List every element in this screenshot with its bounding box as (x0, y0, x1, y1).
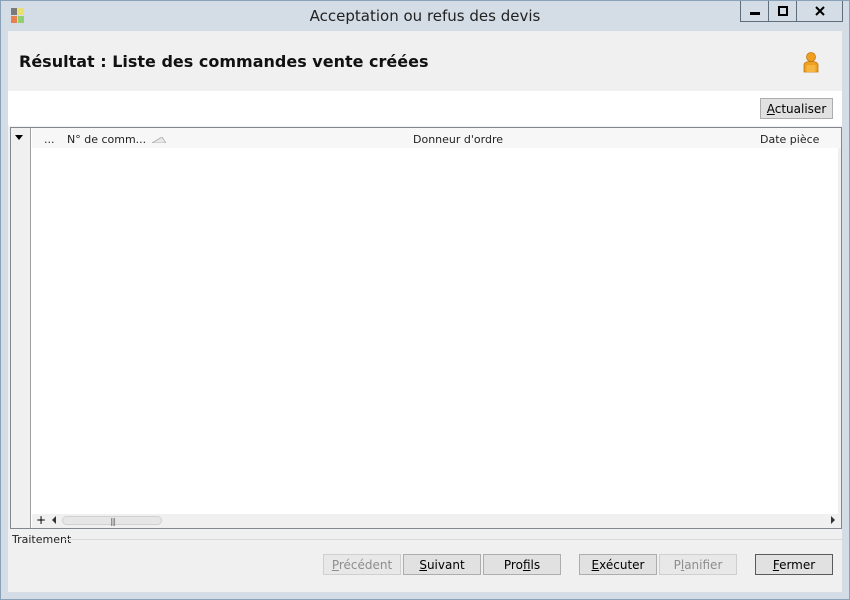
grid-row-header (11, 128, 31, 528)
column-header-date[interactable]: Date pièce (760, 133, 819, 146)
client-area: Résultat : Liste des commandes vente cré… (8, 31, 842, 592)
main-window: Acceptation ou refus des devis Résultat … (0, 0, 850, 600)
close-button[interactable]: Fermer (755, 554, 833, 575)
execute-accesskey: E (591, 557, 600, 572)
refresh-label: ctualiser (774, 101, 827, 116)
grid-footer: + ||| (32, 513, 841, 528)
close-label-b: ermer (779, 557, 816, 572)
next-button[interactable]: Suivant (403, 554, 481, 575)
scroll-left-icon[interactable] (52, 516, 56, 524)
execute-button[interactable]: Exécuter (579, 554, 657, 575)
previous-label-b: récédent (338, 557, 393, 572)
column-header-more[interactable]: ... (44, 133, 55, 146)
column-order-number-label: N° de comm... (67, 133, 147, 146)
next-accesskey: S (419, 557, 427, 572)
plan-label-a: P (673, 557, 681, 572)
title-bar[interactable]: Acceptation ou refus des devis (1, 1, 849, 31)
user-icon[interactable] (802, 51, 820, 73)
grip-icon: ||| (110, 517, 116, 526)
minimize-button[interactable] (740, 1, 769, 22)
dropdown-arrow-icon[interactable] (15, 135, 23, 140)
vertical-scroll-strip[interactable] (838, 148, 841, 514)
profiles-button[interactable]: Profils (483, 554, 561, 575)
window-title: Acceptation ou refus des devis (309, 7, 541, 25)
orders-grid[interactable]: ... N° de comm... Donneur d'ordre Date p… (10, 127, 842, 529)
profiles-label-a: Pro (503, 557, 523, 572)
previous-button[interactable]: Précédent (323, 554, 401, 575)
page-title: Résultat : Liste des commandes vente cré… (19, 52, 429, 71)
refresh-button[interactable]: Actualiser (760, 98, 833, 119)
column-header-client[interactable]: Donneur d'ordre (413, 133, 503, 146)
toolbar-band: Actualiser (8, 91, 842, 126)
execute-label-b: xécuter (599, 557, 645, 572)
horizontal-scrollbar-thumb[interactable]: ||| (62, 516, 162, 526)
window-controls (740, 1, 843, 23)
profiles-label-b: ils (530, 557, 541, 572)
result-header: Résultat : Liste des commandes vente cré… (8, 31, 842, 91)
plan-button[interactable]: Planifier (659, 554, 737, 575)
refresh-accesskey: A (766, 101, 775, 116)
close-icon (814, 6, 825, 16)
profiles-accesskey: f (522, 557, 531, 572)
plan-label-b: anifier (684, 557, 723, 572)
grid-header: ... N° de comm... Donneur d'ordre Date p… (32, 128, 841, 148)
scroll-right-icon[interactable] (831, 516, 835, 524)
section-label-traitement: Traitement (12, 533, 72, 546)
column-header-order-number[interactable]: N° de comm... (67, 133, 167, 146)
minimize-icon (749, 12, 760, 15)
next-label-b: uivant (426, 557, 465, 572)
maximize-button[interactable] (769, 1, 797, 22)
sort-ascending-icon (152, 137, 167, 143)
maximize-icon (777, 6, 788, 16)
previous-accesskey: P (331, 557, 339, 572)
close-window-button[interactable] (797, 1, 843, 22)
add-row-button[interactable]: + (36, 513, 46, 527)
section-divider (64, 539, 842, 540)
